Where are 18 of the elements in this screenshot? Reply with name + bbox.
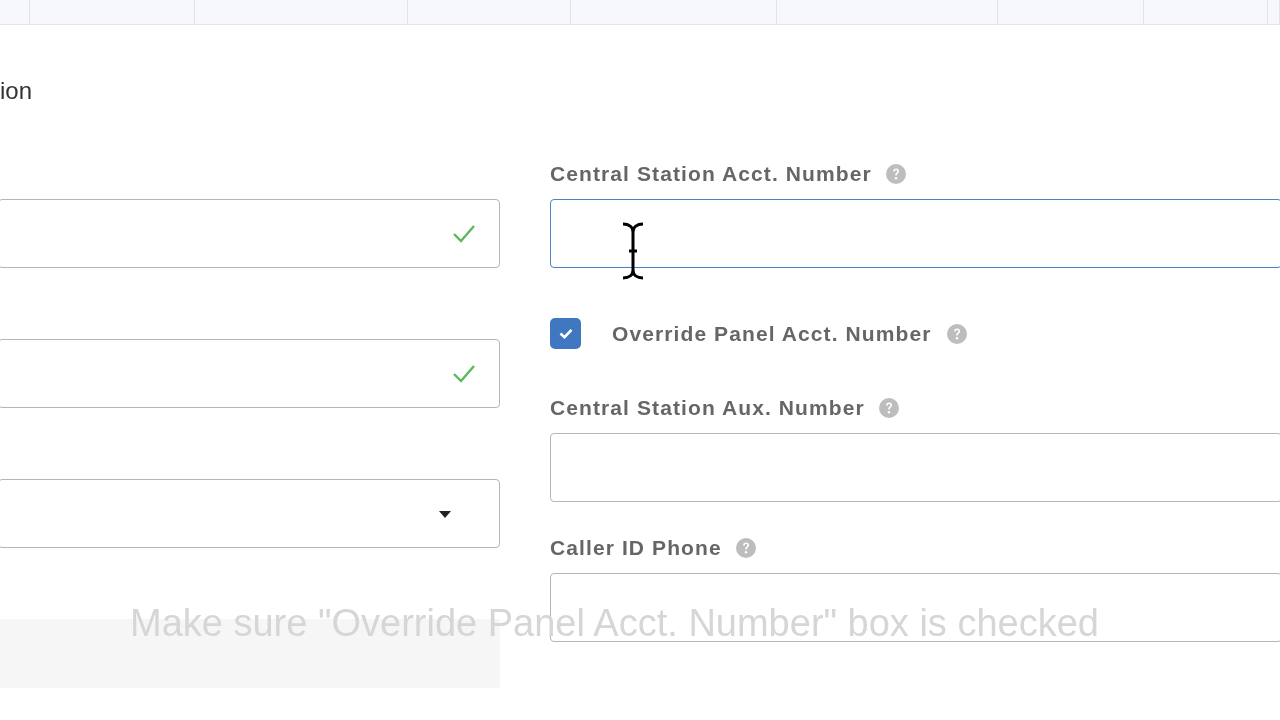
help-icon[interactable]	[878, 398, 899, 418]
checkbox[interactable]	[550, 318, 581, 349]
checkmark-icon	[558, 328, 573, 339]
help-icon[interactable]	[735, 538, 756, 558]
field-label: Central Station Acct. Number	[550, 162, 872, 186]
text-field[interactable]	[0, 339, 500, 408]
text-field[interactable]	[0, 199, 500, 268]
help-icon[interactable]	[885, 164, 906, 184]
field-label: Central Station Aux. Number	[550, 396, 865, 420]
text-field[interactable]	[550, 433, 1280, 502]
dropdown-field[interactable]	[0, 479, 500, 548]
field-label: Caller ID Phone	[550, 536, 722, 560]
text-field[interactable]	[550, 199, 1280, 268]
caret-icon	[439, 511, 451, 518]
help-icon[interactable]	[946, 323, 967, 344]
checkbox-label: Override Panel Acct. Number	[612, 321, 932, 346]
text-cursor-icon	[620, 222, 646, 280]
section-heading: ion	[0, 76, 33, 106]
